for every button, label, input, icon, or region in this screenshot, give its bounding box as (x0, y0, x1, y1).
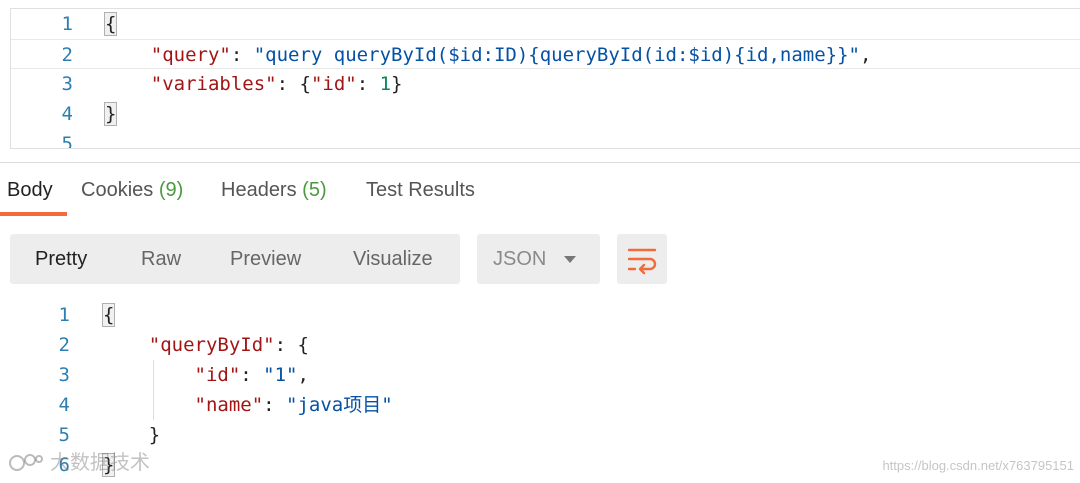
code-token: "queryById" (148, 334, 275, 356)
code-line: 1{ (0, 300, 1080, 330)
code-line: 5 (11, 129, 1080, 149)
code-token: "id" (194, 364, 241, 386)
line-number: 5 (58, 424, 70, 446)
code-text: "query": "query queryById($id:ID){queryB… (105, 40, 872, 70)
code-token: , (297, 364, 309, 386)
watermark-url: https://blog.csdn.net/x763795151 (882, 458, 1074, 473)
line-number: 2 (58, 334, 70, 356)
tab-label: Test Results (366, 179, 475, 201)
line-number: 5 (61, 133, 73, 149)
code-line: 1{ (11, 9, 1080, 39)
view-pretty-button[interactable]: Pretty (35, 234, 87, 284)
active-tab-indicator (0, 212, 67, 216)
chevron-down-icon (564, 256, 576, 263)
code-token: } (103, 424, 161, 446)
wrap-lines-icon (627, 248, 657, 275)
code-token: "name" (194, 394, 264, 416)
code-line: 2 "query": "query queryById($id:ID){quer… (11, 39, 1080, 69)
code-text: } (103, 99, 118, 129)
divider (0, 162, 1080, 163)
line-number: 4 (58, 394, 70, 416)
wrap-lines-button[interactable] (617, 234, 667, 284)
code-token: : (240, 364, 264, 386)
code-text: "id": "1", (103, 360, 309, 390)
code-token: : (263, 394, 287, 416)
line-number: 3 (61, 73, 73, 95)
tab-label: Headers (221, 179, 297, 201)
code-token: "query queryById($id:ID){queryById(id:$i… (253, 44, 860, 66)
line-number: 1 (58, 304, 70, 326)
code-token: { (103, 12, 118, 36)
code-token: { (101, 303, 116, 327)
tab-cookies[interactable]: Cookies (9) (81, 168, 183, 214)
code-line: 3 "id": "1", (0, 360, 1080, 390)
response-body-viewer[interactable]: 1{2 "queryById": {3 "id": "1", 4 "name": … (0, 300, 1080, 483)
request-body-editor[interactable]: 1{2 "query": "query queryById($id:ID){qu… (10, 8, 1080, 149)
code-text: } (103, 420, 160, 450)
code-token: "query" (150, 44, 231, 66)
code-token: "id" (310, 73, 357, 95)
code-line: 2 "queryById": { (0, 330, 1080, 360)
response-tabs: Body Cookies (9) Headers (5) Test Result… (0, 168, 1080, 216)
code-token: : { (276, 73, 311, 95)
code-token: } (103, 102, 118, 126)
code-text: "variables": {"id": 1} (105, 69, 403, 99)
code-token: "1" (263, 364, 298, 386)
line-number: 2 (61, 44, 73, 66)
speech-bubble-icon (9, 454, 43, 471)
code-text: { (103, 9, 118, 39)
code-token: : (230, 44, 254, 66)
line-number: 3 (58, 364, 70, 386)
tab-headers[interactable]: Headers (5) (221, 168, 327, 214)
watermark-logo: 大数据技术 (8, 448, 150, 478)
code-token: "variables" (150, 73, 277, 95)
tab-body[interactable]: Body (7, 168, 53, 214)
view-raw-button[interactable]: Raw (141, 234, 181, 284)
code-line: 5 } (0, 420, 1080, 450)
code-token: : (356, 73, 380, 95)
watermark-text: 大数据技术 (50, 452, 150, 474)
code-line: 4} (11, 99, 1080, 129)
code-token: "java项目" (286, 394, 393, 416)
code-line: 3 "variables": {"id": 1} (11, 69, 1080, 99)
tab-count: (5) (302, 179, 327, 201)
view-mode-group: Pretty Raw Preview Visualize (10, 234, 460, 284)
code-text: "name": "java项目" (103, 390, 393, 420)
format-select[interactable]: JSON (477, 234, 600, 284)
line-number: 4 (61, 103, 73, 125)
code-token: 1 (379, 73, 392, 95)
tab-label: Body (7, 179, 53, 201)
tab-count: (9) (158, 179, 184, 201)
format-selected-value: JSON (493, 248, 547, 270)
tab-test-results[interactable]: Test Results (366, 168, 475, 214)
code-token: : { (274, 334, 309, 356)
line-number: 1 (61, 13, 73, 35)
code-text: "queryById": { (103, 330, 309, 360)
code-text: { (101, 300, 116, 330)
tab-label: Cookies (81, 179, 154, 201)
code-line: 4 "name": "java项目" (0, 390, 1080, 420)
view-preview-button[interactable]: Preview (230, 234, 301, 284)
view-visualize-button[interactable]: Visualize (353, 234, 433, 284)
code-token: , (860, 44, 872, 66)
code-token: } (391, 73, 403, 95)
